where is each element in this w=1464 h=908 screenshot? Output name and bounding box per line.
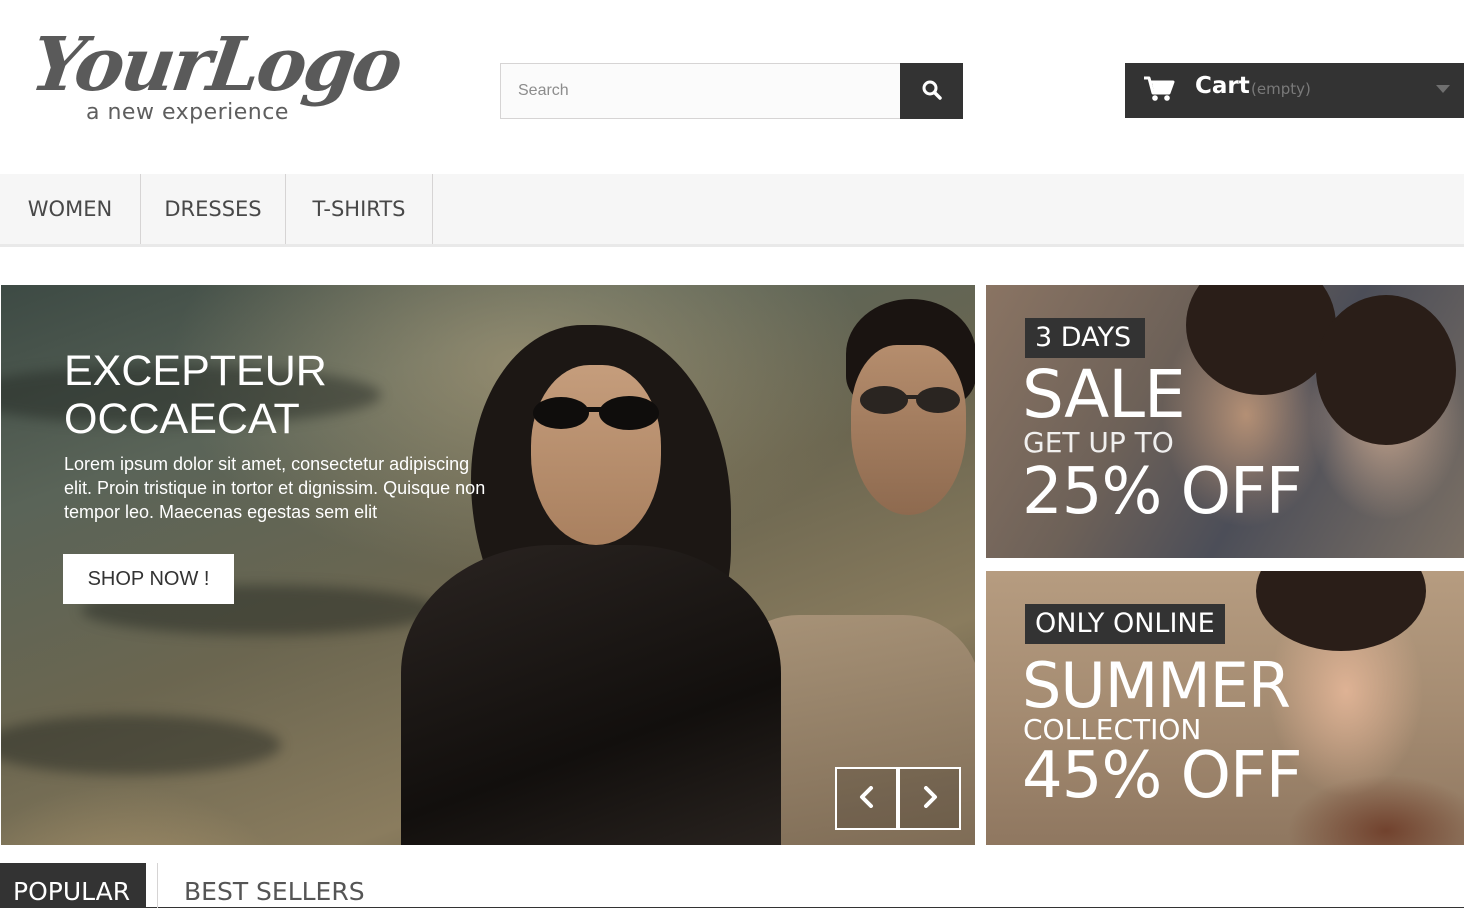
site-header: YourLogo a new experience Cart (empty) bbox=[0, 0, 1464, 174]
slide-description: Lorem ipsum dolor sit amet, consectetur … bbox=[64, 454, 486, 522]
promo-subline: GET UP TO bbox=[1023, 426, 1174, 459]
promo-headline: SUMMER bbox=[1022, 649, 1291, 722]
cart-status: (empty) bbox=[1251, 80, 1311, 98]
chevron-right-icon bbox=[921, 785, 939, 812]
menu-item-dresses[interactable]: DRESSES bbox=[141, 174, 286, 244]
logo-script-text: YourLogo bbox=[25, 22, 406, 108]
shopping-cart-icon bbox=[1143, 75, 1175, 107]
slide-photo-woman bbox=[531, 365, 661, 545]
slider-backdrop bbox=[1, 715, 281, 775]
search-input[interactable] bbox=[500, 63, 901, 119]
slide-photo-woman bbox=[533, 396, 659, 430]
tab-popular[interactable]: POPULAR bbox=[0, 863, 146, 908]
promo-badge: ONLY ONLINE bbox=[1025, 604, 1225, 644]
cart-label: Cart bbox=[1195, 73, 1250, 99]
promo-photo bbox=[1186, 285, 1336, 395]
main-menu: WOMEN DRESSES T-SHIRTS bbox=[0, 174, 1464, 247]
product-tabs: POPULAR BEST SELLERS bbox=[0, 862, 1464, 908]
slide-photo-man bbox=[851, 345, 966, 515]
tab-best-sellers[interactable]: BEST SELLERS bbox=[157, 863, 378, 908]
caret-down-icon bbox=[1436, 85, 1450, 93]
slide-photo-woman bbox=[401, 545, 781, 845]
logo-tagline: a new experience bbox=[86, 100, 289, 125]
search-button[interactable] bbox=[900, 63, 963, 119]
promo-discount: 45% OFF bbox=[1022, 739, 1303, 813]
promo-banner-summer[interactable]: ONLY ONLINE SUMMER COLLECTION 45% OFF bbox=[986, 571, 1464, 845]
chevron-left-icon bbox=[858, 785, 876, 812]
promo-banner-sale[interactable]: 3 DAYS SALE GET UP TO 25% OFF bbox=[986, 285, 1464, 558]
promo-photo bbox=[1256, 571, 1426, 651]
menu-item-tshirts[interactable]: T-SHIRTS bbox=[286, 174, 433, 244]
site-logo[interactable]: YourLogo a new experience bbox=[26, 22, 405, 136]
promo-badge: 3 DAYS bbox=[1025, 318, 1146, 358]
promo-photo bbox=[1316, 295, 1456, 445]
slide-title: EXCEPTEUR OCCAECAT bbox=[64, 347, 327, 443]
promo-headline: SALE bbox=[1022, 356, 1186, 433]
search-icon bbox=[922, 80, 942, 103]
promo-discount: 25% OFF bbox=[1022, 455, 1303, 529]
shop-now-button[interactable]: SHOP NOW ! bbox=[63, 554, 234, 604]
search-form bbox=[500, 63, 963, 119]
menu-item-women[interactable]: WOMEN bbox=[0, 174, 141, 244]
slide-photo-man bbox=[860, 386, 960, 414]
slider-prev-button[interactable] bbox=[835, 767, 898, 830]
cart-button[interactable]: Cart (empty) bbox=[1125, 63, 1464, 118]
slider-next-button[interactable] bbox=[898, 767, 961, 830]
homepage-slider: EXCEPTEUR OCCAECAT Lorem ipsum dolor sit… bbox=[1, 285, 975, 845]
